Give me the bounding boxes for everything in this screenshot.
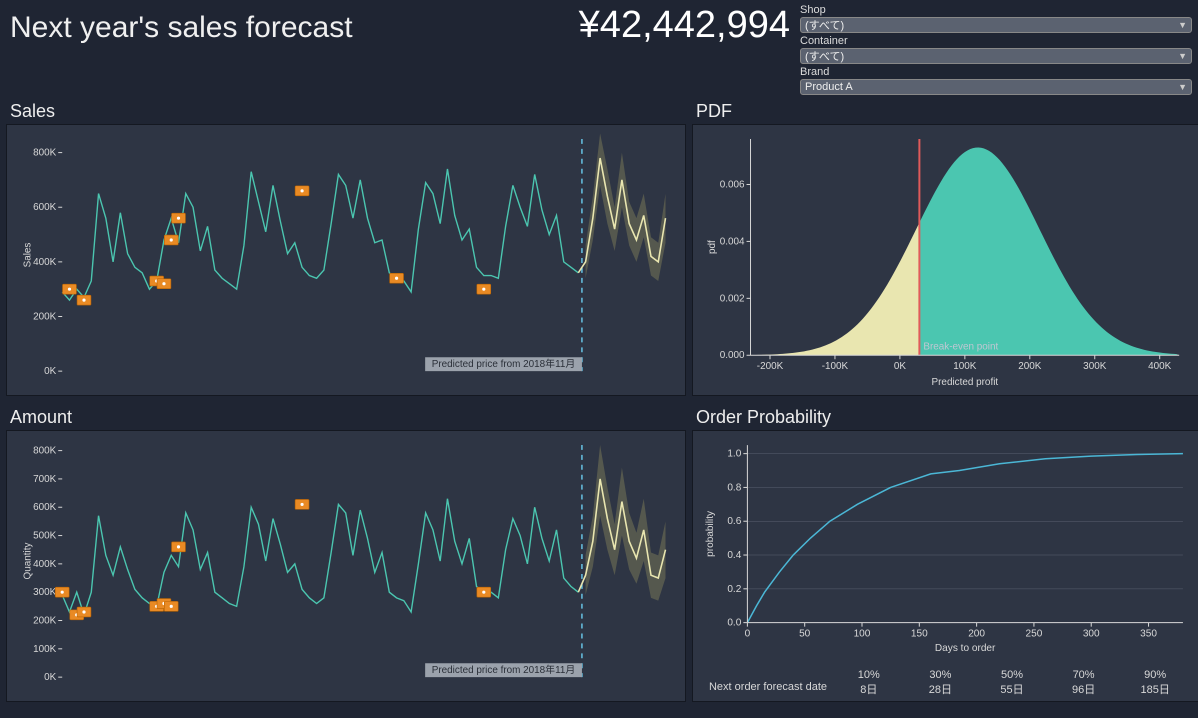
chevron-down-icon: ▼ [1178,82,1187,92]
svg-text:600K: 600K [33,202,57,213]
svg-text:0.002: 0.002 [720,293,745,304]
svg-text:300K: 300K [33,587,57,598]
svg-text:Quantity: Quantity [22,543,33,580]
svg-text:800K: 800K [33,148,57,159]
svg-text:0K: 0K [894,361,907,372]
svg-text:probability: probability [705,510,716,557]
svg-text:500K: 500K [33,531,57,542]
page-title: Next year's sales forecast [10,11,353,45]
svg-text:200K: 200K [1018,361,1042,372]
chart-order-probability[interactable]: 0 50 100 150 200 250 300 350 0.0 0.2 0.4 0.6 0.8 1.0 D… [699,437,1193,655]
svg-text:200K: 200K [33,311,57,322]
svg-text:Predicted profit: Predicted profit [932,377,999,388]
svg-text:pdf: pdf [707,240,718,254]
order-prob-percent-row: 10% 30% 50% 70% 90% [703,669,1191,681]
svg-text:0.6: 0.6 [727,516,741,527]
chart-pdf[interactable]: -200K -100K 0K 100K 200K 300K 400K 0.000 0.002 0.… [699,131,1193,389]
svg-text:Predicted price from 2018年11月: Predicted price from 2018年11月 [432,357,576,370]
svg-text:700K: 700K [33,474,57,485]
panel-title-order: Order Probability [692,405,1198,430]
svg-text:400K: 400K [33,559,57,570]
svg-text:400K: 400K [33,257,57,268]
svg-text:-200K: -200K [757,361,784,372]
filter-label-brand: Brand [800,66,1192,79]
svg-text:Sales: Sales [22,243,33,268]
svg-text:0K: 0K [44,366,57,377]
filter-label-container: Container [800,35,1192,48]
svg-text:0.004: 0.004 [720,236,745,247]
filter-value-brand: Product A [805,81,853,93]
chevron-down-icon: ▼ [1178,20,1187,30]
svg-text:0.006: 0.006 [720,179,745,190]
svg-text:Break-even point: Break-even point [923,341,998,352]
svg-text:100: 100 [854,629,871,640]
svg-text:150: 150 [911,629,928,640]
svg-text:0.2: 0.2 [727,584,741,595]
forecast-total: ¥42,442,994 [579,4,790,47]
svg-text:-100K: -100K [822,361,849,372]
svg-text:300: 300 [1083,629,1100,640]
chevron-down-icon: ▼ [1178,51,1187,61]
svg-text:Predicted price from 2018年11月: Predicted price from 2018年11月 [432,663,576,676]
svg-text:0: 0 [745,629,751,640]
svg-text:400K: 400K [1148,361,1172,372]
svg-text:250: 250 [1026,629,1043,640]
svg-text:600K: 600K [33,502,57,513]
chart-amount[interactable]: 0K 100K 200K 300K 400K 500K 600K 700K 800K Quanti… [13,437,679,695]
svg-text:0.0: 0.0 [727,618,741,629]
filter-select-brand[interactable]: Product A ▼ [800,79,1192,95]
order-prob-days-row: Next order forecast date 8日 28日 55日 96日 … [703,681,1191,697]
filter-value-shop: (すべて) [805,17,844,33]
panel-title-pdf: PDF [692,99,1198,124]
svg-text:0.8: 0.8 [727,482,741,493]
svg-text:0K: 0K [44,672,57,683]
svg-text:0.4: 0.4 [727,550,741,561]
svg-text:350: 350 [1140,629,1157,640]
svg-text:1.0: 1.0 [727,449,741,460]
svg-text:50: 50 [799,629,811,640]
chart-sales[interactable]: 0K 200K 400K 600K 800K Sales Predicted price f… [13,131,679,389]
filter-label-shop: Shop [800,4,1192,17]
panel-title-amount: Amount [6,405,686,430]
svg-text:800K: 800K [33,446,57,457]
svg-text:200: 200 [968,629,985,640]
svg-text:100K: 100K [33,644,57,655]
svg-text:200K: 200K [33,615,57,626]
svg-text:0.000: 0.000 [720,350,745,361]
svg-text:100K: 100K [953,361,977,372]
filter-value-container: (すべて) [805,48,844,64]
filter-select-container[interactable]: (すべて) ▼ [800,48,1192,64]
svg-text:Days to order: Days to order [935,643,996,654]
panel-title-sales: Sales [6,99,686,124]
filter-select-shop[interactable]: (すべて) ▼ [800,17,1192,33]
svg-text:300K: 300K [1083,361,1107,372]
